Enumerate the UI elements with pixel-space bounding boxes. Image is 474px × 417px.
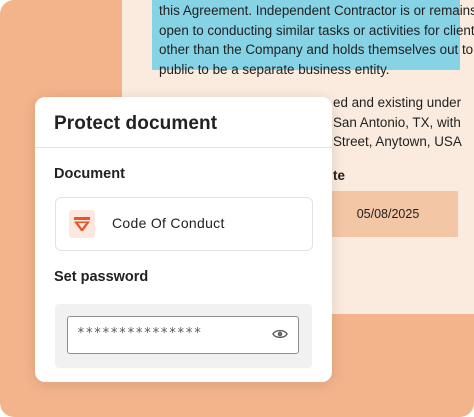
date-value: 05/08/2025 (356, 207, 420, 221)
protect-document-dialog: Protect document Document Code Of Conduc… (35, 97, 332, 382)
eye-icon[interactable] (272, 327, 288, 346)
document-line: San Antonio, TX, with (333, 114, 461, 130)
document-line: other than the Company and holds themsel… (159, 42, 474, 58)
set-password-label: Set password (54, 269, 149, 285)
dialog-divider (35, 147, 332, 148)
pdf-document-icon (69, 210, 95, 238)
password-section: *************** (55, 304, 312, 368)
password-input[interactable]: *************** (67, 316, 299, 354)
document-highlighted-text: this Agreement. Independent Contractor i… (159, 1, 474, 79)
document-line: this Agreement. Independent Contractor i… (159, 3, 474, 18)
document-line: Street, Anytown, USA (333, 134, 462, 150)
document-name: Code Of Conduct (112, 215, 225, 231)
document-label: Document (54, 166, 125, 182)
password-value: *************** (77, 326, 202, 341)
document-line: ed and existing under (333, 95, 462, 110)
document-card[interactable]: Code Of Conduct (55, 197, 313, 251)
date-cell: 05/08/2025 (318, 191, 458, 237)
dialog-title: Protect document (54, 113, 218, 134)
date-column-header: te (333, 168, 345, 183)
document-partial-text: ed and existing under San Antonio, TX, w… (333, 93, 462, 152)
document-line: open to conducting similar tasks or acti… (159, 22, 474, 38)
document-line: public to be a separate business entity. (159, 61, 390, 77)
